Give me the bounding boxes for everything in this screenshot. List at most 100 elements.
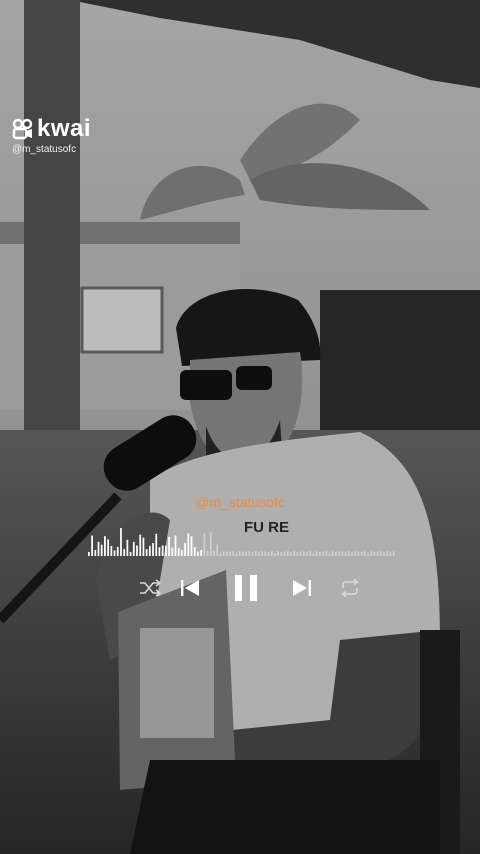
waveform-bar — [242, 552, 244, 556]
waveform-bar — [360, 551, 363, 556]
waveform-bar — [296, 552, 299, 556]
waveform-bar — [341, 551, 344, 556]
waveform-bar — [251, 552, 254, 556]
waveform-bar — [181, 550, 183, 556]
waveform-bar — [200, 549, 203, 556]
waveform-bar — [232, 551, 235, 556]
waveform-bar — [322, 551, 324, 556]
waveform-bar — [216, 544, 219, 556]
waveform-bar — [392, 551, 395, 556]
waveform-bar — [132, 541, 135, 556]
waveform-bar — [177, 547, 180, 556]
previous-button[interactable] — [170, 566, 210, 610]
waveform-bar — [116, 546, 119, 556]
waveform-bar — [107, 539, 110, 556]
next-button[interactable] — [282, 566, 322, 610]
waveform-bar — [245, 551, 247, 556]
waveform-bar — [254, 551, 257, 556]
waveform-bar — [335, 552, 337, 556]
waveform-bar — [328, 552, 331, 556]
waveform-bar — [306, 552, 308, 556]
pause-icon — [235, 575, 257, 601]
waveform-bar — [148, 545, 151, 556]
kwai-logo-icon — [12, 118, 33, 140]
waveform-bar — [270, 551, 273, 556]
audio-waveform-progress[interactable] — [88, 528, 396, 560]
waveform-bar — [248, 551, 251, 556]
waveform-bar — [235, 552, 238, 556]
waveform-bar — [225, 551, 228, 556]
waveform-bar — [136, 545, 138, 556]
waveform-bar — [165, 545, 167, 556]
waveform-bar — [280, 551, 283, 556]
waveform-bar — [299, 551, 302, 556]
waveform-bar — [88, 552, 90, 556]
kwai-brand-text: kwai — [37, 115, 92, 142]
waveform-bar — [145, 549, 148, 556]
waveform-bar — [190, 536, 193, 556]
waveform-bar — [347, 551, 350, 556]
next-icon — [293, 580, 311, 596]
waveform-bar — [129, 551, 132, 556]
waveform-bar — [193, 546, 196, 556]
waveform-bar — [187, 533, 190, 556]
waveform-bar — [229, 551, 231, 556]
waveform-bar — [238, 551, 241, 556]
waveform-bar — [171, 547, 174, 556]
waveform-bar — [123, 549, 126, 556]
waveform-bar — [277, 551, 280, 556]
waveform-bar — [155, 533, 158, 556]
pause-button[interactable] — [226, 566, 266, 610]
waveform-bar — [331, 551, 334, 556]
waveform-bar — [168, 536, 170, 556]
waveform-bar — [120, 528, 122, 556]
waveform-bar — [302, 551, 305, 556]
waveform-bar — [113, 550, 116, 556]
waveform-bar — [152, 543, 154, 556]
player-controls — [0, 566, 480, 610]
waveform-bar — [267, 551, 270, 556]
waveform-bar — [386, 551, 389, 556]
waveform-bar — [286, 551, 289, 556]
repeat-button[interactable] — [330, 566, 370, 610]
waveform-bar — [97, 541, 100, 556]
waveform-bar — [319, 551, 321, 556]
waveform-bar — [325, 551, 328, 556]
waveform-bar — [139, 534, 142, 556]
waveform-bar — [351, 552, 353, 556]
waveform-bar — [383, 552, 385, 556]
waveform-bar — [354, 551, 357, 556]
kwai-watermark: kwai @m_statusofc — [12, 115, 92, 156]
waveform-bar — [373, 551, 376, 556]
waveform-bar — [206, 550, 209, 556]
previous-icon — [181, 580, 199, 596]
waveform-bar — [222, 551, 225, 556]
waveform-bar — [184, 543, 187, 556]
waveform-bar — [174, 535, 177, 556]
repeat-icon — [341, 579, 359, 597]
waveform-bar — [290, 552, 292, 556]
waveform-bar — [104, 536, 106, 556]
waveform-bar — [209, 532, 212, 556]
waveform-bar — [142, 537, 145, 556]
waveform-bar — [367, 552, 369, 556]
waveform-bar — [203, 533, 206, 556]
waveform-bar — [344, 552, 347, 556]
waveform-bar — [264, 551, 267, 556]
waveform-bar — [315, 551, 318, 556]
waveform-bar — [389, 552, 392, 556]
waveform-bar — [261, 551, 264, 556]
shuffle-button[interactable] — [130, 566, 170, 610]
waveform-bar — [126, 539, 129, 556]
waveform-bar — [110, 545, 113, 556]
watermark-handle: @m_statusofc — [12, 144, 77, 155]
waveform-bar — [363, 551, 366, 556]
waveform-bar — [376, 551, 379, 556]
waveform-bar — [91, 535, 93, 556]
waveform-bar — [357, 551, 360, 556]
waveform-bar — [309, 551, 312, 556]
waveform-bar — [258, 552, 260, 556]
waveform-bar — [213, 550, 215, 556]
waveform-bar — [370, 551, 373, 556]
waveform-bar — [338, 551, 341, 556]
